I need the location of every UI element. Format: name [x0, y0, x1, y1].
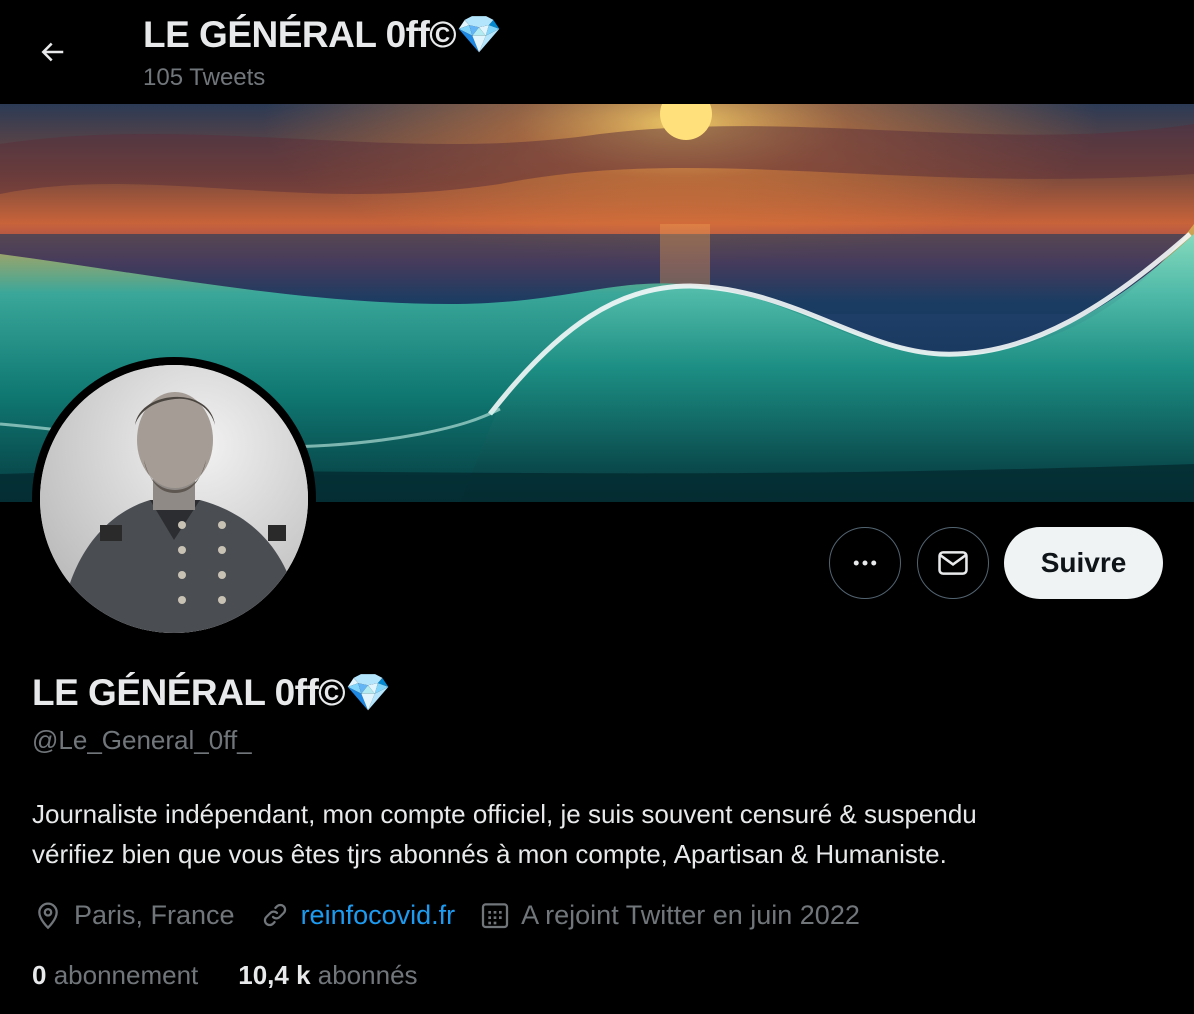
website-item: reinfocovid.fr — [259, 899, 456, 931]
location-item: Paris, France — [32, 899, 235, 931]
header-title: LE GÉNÉRAL 0ff©💎 — [143, 14, 502, 55]
top-bar: LE GÉNÉRAL 0ff©💎 105 Tweets — [0, 0, 1194, 104]
back-button[interactable] — [24, 24, 80, 80]
profile-bio: Journaliste indépendant, mon compte offi… — [32, 794, 1162, 874]
joined-text: A rejoint Twitter en juin 2022 — [521, 899, 860, 930]
following-number: 0 — [32, 960, 54, 990]
link-icon — [263, 903, 286, 927]
bio-line: vérifiez bien que vous êtes tjrs abonnés… — [32, 839, 947, 869]
location-pin-icon — [38, 902, 58, 930]
more-icon — [853, 560, 877, 566]
follow-button[interactable]: Suivre — [1004, 527, 1163, 599]
message-button[interactable] — [917, 527, 989, 599]
followers-count[interactable]: 10,4 k abonnés — [238, 960, 417, 991]
followers-number: 10,4 k — [238, 960, 318, 990]
calendar-icon — [482, 903, 509, 929]
envelope-icon — [938, 551, 968, 575]
arrow-left-icon — [41, 42, 64, 62]
more-button[interactable] — [829, 527, 901, 599]
tweet-count: 105 Tweets — [143, 64, 266, 91]
followers-label: abonnés — [317, 960, 418, 990]
website-link[interactable]: reinfocovid.fr — [301, 900, 456, 931]
bio-line: Journaliste indépendant, mon compte offi… — [32, 799, 977, 829]
profile-meta: Paris, France reinfocovid.fr A rejoint T… — [32, 893, 884, 937]
follow-counts: 0 abonnement 10,4 k abonnés — [32, 960, 458, 991]
avatar-image — [40, 365, 308, 633]
joined-item: A rejoint Twitter en juin 2022 — [479, 899, 860, 931]
user-handle: @Le_General_0ff_ — [32, 725, 252, 755]
following-label: abonnement — [53, 960, 199, 990]
profile-avatar[interactable] — [32, 357, 316, 641]
following-count[interactable]: 0 abonnement — [32, 960, 198, 991]
location-text: Paris, France — [74, 899, 235, 930]
display-name: LE GÉNÉRAL 0ff©💎 — [32, 672, 391, 713]
